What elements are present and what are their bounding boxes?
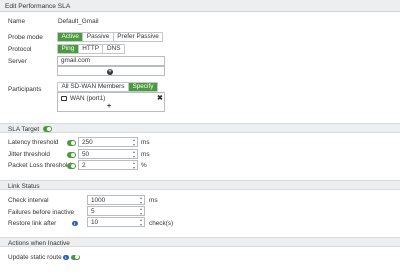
jitter-threshold-toggle[interactable]: [67, 152, 76, 158]
latency-threshold-label: Latency threshold: [8, 139, 59, 146]
failures-before-inactive-label: Failures before inactive: [8, 209, 75, 216]
participants-all-members[interactable]: All SD-WAN Members: [58, 83, 129, 91]
packet-loss-threshold-toggle[interactable]: [67, 163, 76, 169]
server-label: Server: [8, 58, 27, 65]
packet-loss-threshold-value: 2: [82, 161, 86, 169]
jitter-spinner-icon[interactable]: [132, 151, 136, 158]
sla-target-toggle[interactable]: [43, 126, 52, 132]
check-interval-input[interactable]: 1000: [87, 195, 145, 205]
check-interval-spinner-icon[interactable]: [139, 197, 143, 204]
restore-link-after-label: Restore link after: [8, 220, 57, 227]
protocol-ping[interactable]: Ping: [58, 45, 79, 53]
section-sla-target: SLA Target: [0, 123, 400, 133]
protocol-http[interactable]: HTTP: [79, 45, 104, 53]
protocol-dns[interactable]: DNS: [103, 45, 124, 53]
restore-spinner-icon[interactable]: [139, 219, 143, 226]
restore-link-after-input[interactable]: 10: [87, 217, 145, 227]
packet-loss-spinner-icon[interactable]: [132, 162, 136, 169]
section-actions-inactive: Actions when Inactive: [0, 237, 400, 247]
name-value: Default_Gmail: [58, 18, 99, 25]
restore-link-after-value: 10: [91, 218, 99, 226]
protocol-label: Protocol: [8, 46, 32, 53]
latency-unit: ms: [141, 139, 150, 146]
packet-loss-threshold-input[interactable]: 2: [78, 160, 138, 170]
packet-loss-threshold-label: Packet Loss threshold: [8, 162, 71, 169]
section-link-status: Link Status: [0, 180, 400, 190]
latency-threshold-value: 250: [82, 138, 93, 146]
port-icon: [61, 96, 67, 101]
latency-threshold-toggle[interactable]: [67, 140, 76, 146]
participants-specify[interactable]: Specify: [128, 83, 157, 91]
check-interval-label: Check interval: [8, 197, 49, 204]
jitter-threshold-value: 50: [82, 150, 90, 158]
dialog-titlebar: Edit Performance SLA: [0, 0, 400, 12]
add-server-icon[interactable]: +: [107, 69, 113, 75]
jitter-threshold-input[interactable]: 50: [78, 149, 138, 159]
failures-spinner-icon[interactable]: [139, 208, 143, 215]
probe-mode-passive[interactable]: Passive: [83, 33, 114, 41]
add-participant-icon[interactable]: +: [107, 103, 111, 110]
probe-mode-label: Probe mode: [8, 34, 43, 41]
participant-member: WAN (port1): [70, 95, 106, 102]
update-static-route-toggle[interactable]: [71, 254, 80, 260]
protocol-selector: Ping HTTP DNS: [57, 44, 125, 54]
latency-spinner-icon[interactable]: [132, 139, 136, 146]
latency-threshold-input[interactable]: 250: [78, 137, 138, 147]
info-icon[interactable]: i: [63, 254, 69, 260]
failures-before-inactive-input[interactable]: 5: [87, 206, 145, 216]
sla-target-header: SLA Target: [8, 125, 40, 133]
check-interval-unit: ms: [149, 197, 158, 204]
jitter-unit: ms: [141, 151, 150, 158]
update-static-route-label: Update static route: [8, 254, 62, 261]
probe-mode-selector: Active Passive Prefer Passive: [57, 32, 164, 42]
participants-selector: All SD-WAN Members Specify: [57, 82, 158, 92]
close-icon[interactable]: ✖: [157, 95, 163, 102]
name-label: Name: [8, 18, 26, 25]
info-icon[interactable]: i: [72, 220, 78, 226]
dialog-title: Edit Performance SLA: [5, 2, 71, 10]
jitter-threshold-label: Jitter threshold: [8, 151, 50, 158]
packet-loss-unit: %: [141, 162, 147, 169]
restore-link-unit: check(s): [149, 220, 174, 227]
link-status-header: Link Status: [8, 182, 40, 190]
participants-label: Participants: [8, 86, 42, 93]
server-input-1[interactable]: gmail.com: [57, 56, 165, 66]
probe-mode-active[interactable]: Active: [58, 33, 84, 41]
failures-before-inactive-value: 5: [91, 207, 95, 215]
check-interval-value: 1000: [91, 196, 106, 204]
probe-mode-prefer-passive[interactable]: Prefer Passive: [114, 33, 163, 41]
actions-inactive-header: Actions when Inactive: [8, 239, 70, 247]
